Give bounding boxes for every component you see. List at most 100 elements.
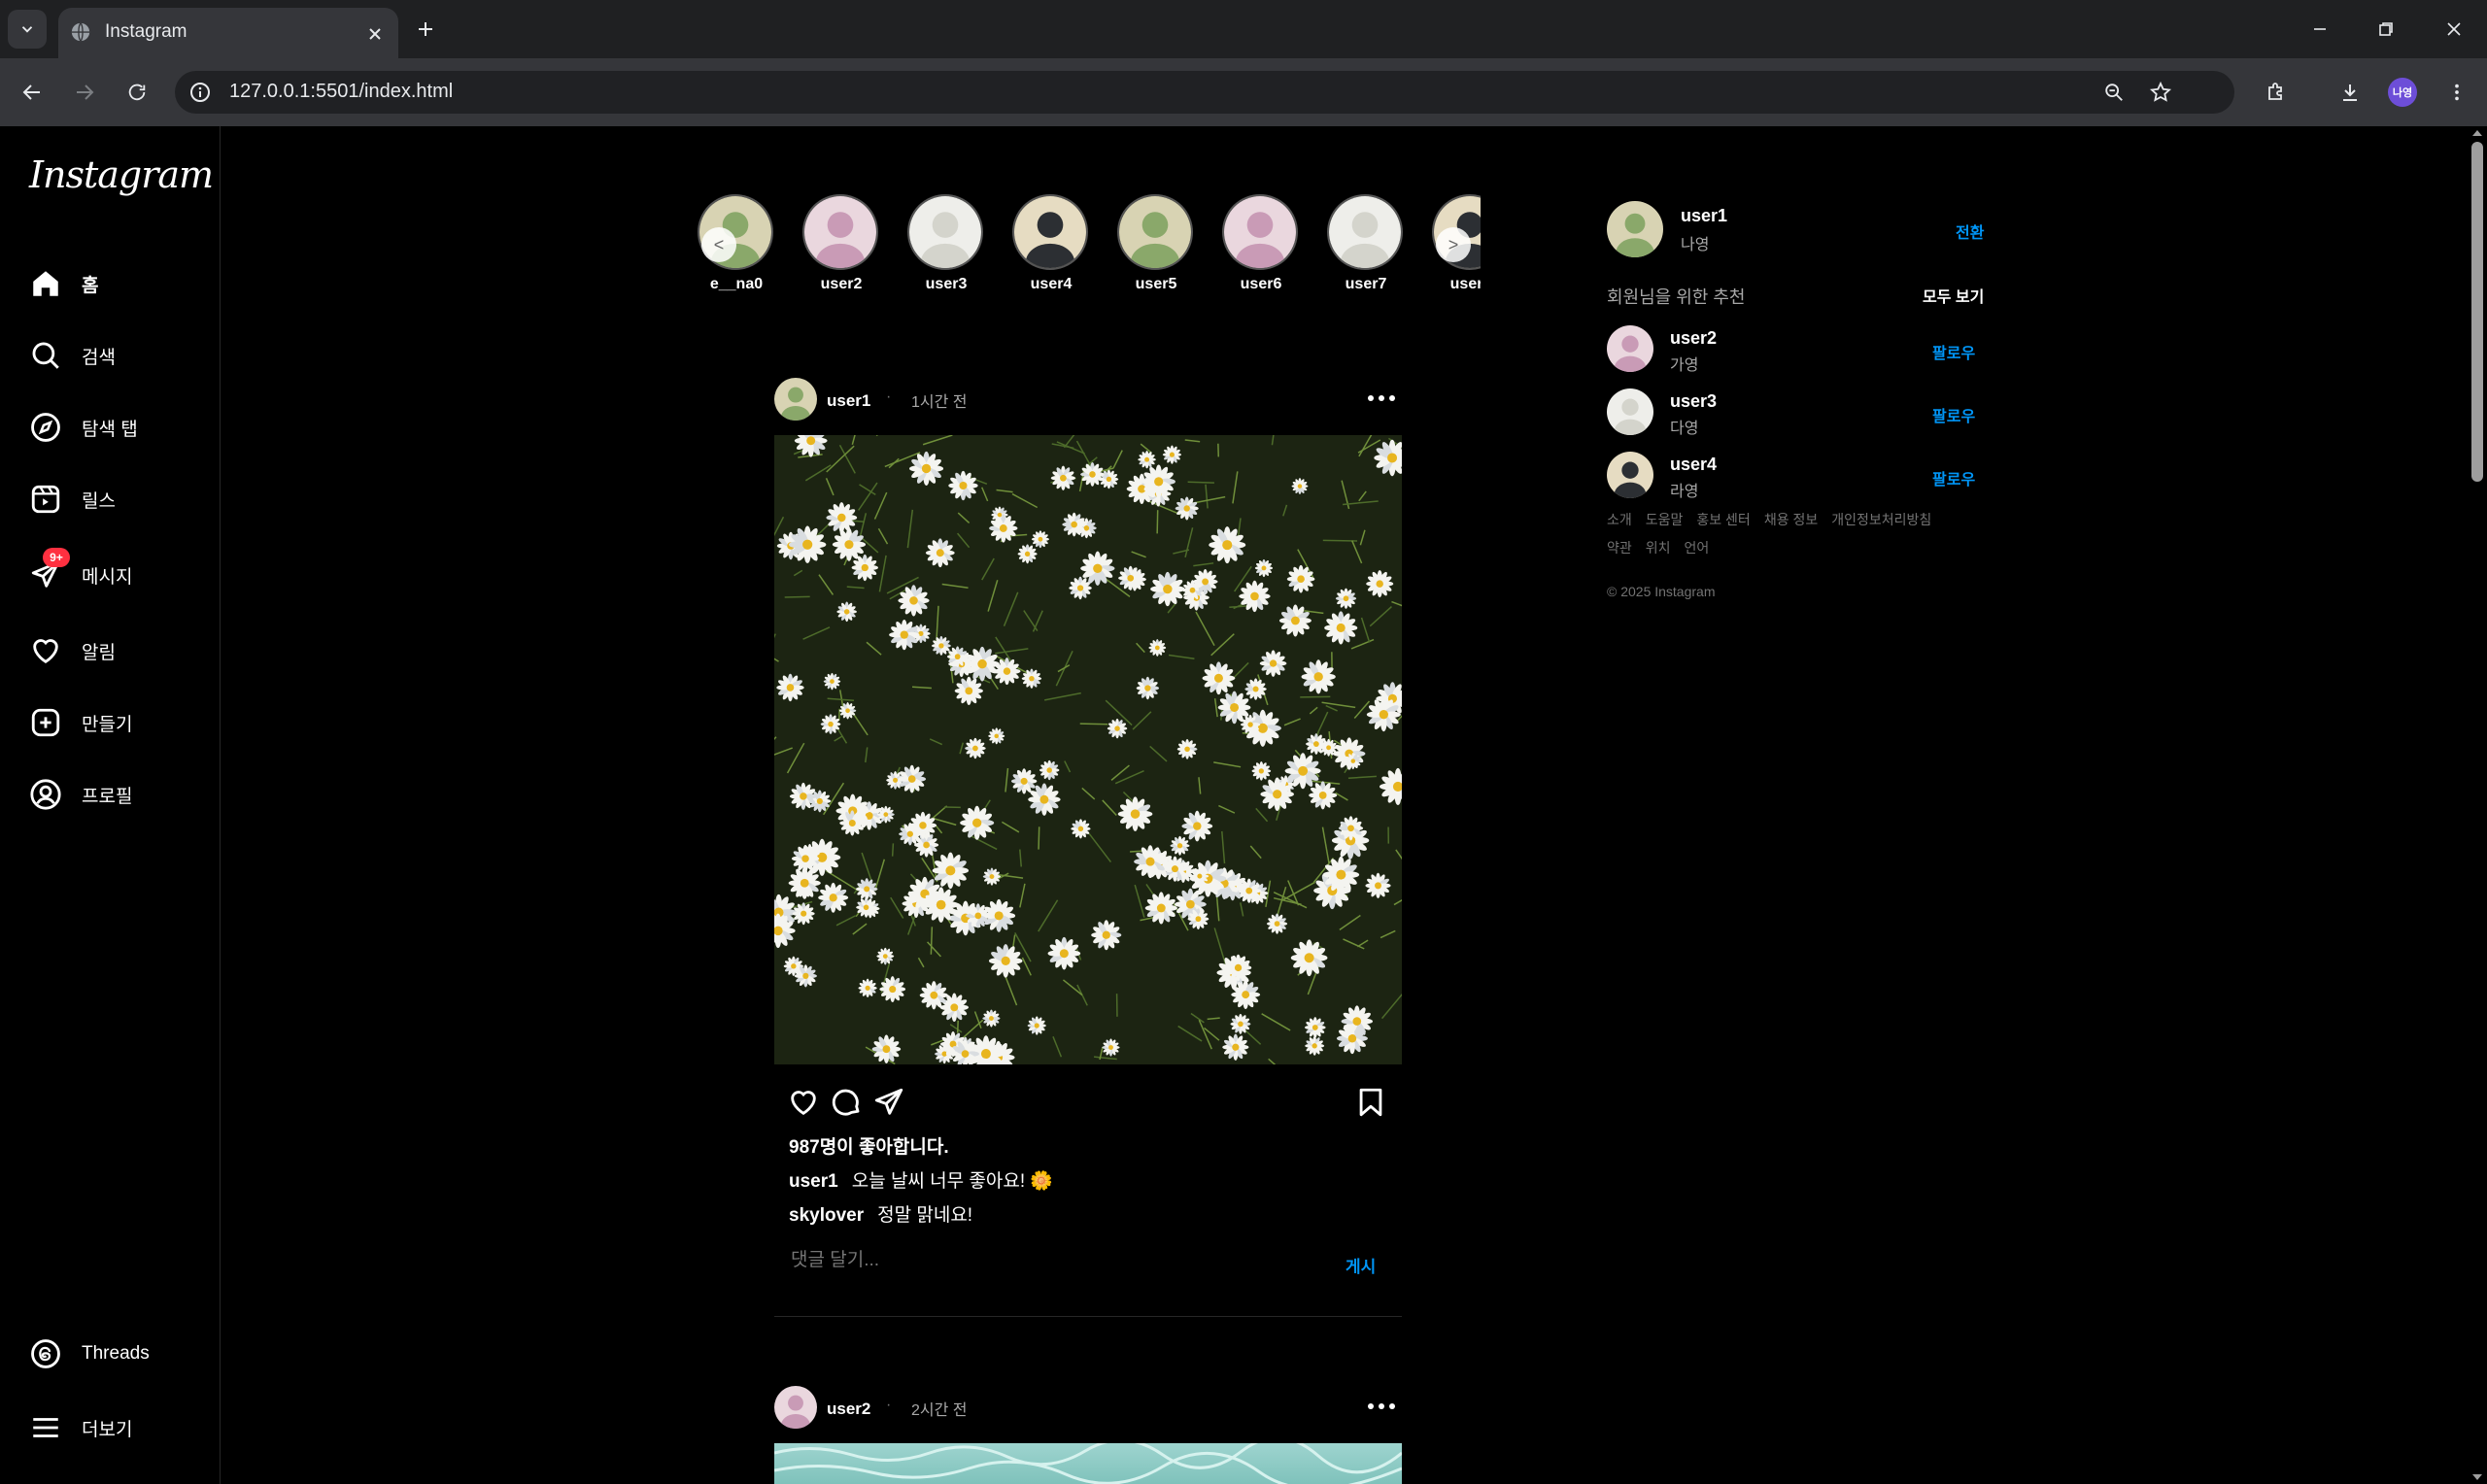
page-scrollbar[interactable] [2468, 126, 2487, 1484]
story-item[interactable]: user5 [1117, 194, 1195, 293]
story-item[interactable]: user4 [1012, 194, 1090, 293]
footer-link[interactable]: 소개 [1607, 510, 1632, 529]
close-icon [2447, 22, 2461, 36]
footer-link[interactable]: 개인정보처리방침 [1831, 510, 1931, 529]
follow-button[interactable]: 팔로우 [1932, 403, 1975, 426]
sidebar: Instagram 홈 검색 탐색 탭 릴스 메시지 9+ 알림 만들기 프로필… [0, 126, 221, 1484]
post-username[interactable]: user2 [827, 1400, 870, 1419]
sidebar-item-label: 알림 [82, 642, 116, 663]
suggestion-username[interactable]: user2 [1670, 328, 1717, 349]
suggestion-avatar[interactable] [1607, 325, 1653, 372]
search-icon [32, 342, 59, 369]
like-count[interactable]: 987명이 좋아합니다. [789, 1132, 949, 1159]
sidebar-item-create[interactable]: 만들기 [29, 701, 132, 744]
story-avatar [1117, 194, 1193, 270]
globe-icon [70, 21, 91, 48]
instagram-logo[interactable]: Instagram [29, 153, 214, 196]
zoom-icon[interactable] [2100, 79, 2128, 106]
new-tab-button[interactable] [408, 12, 443, 47]
share-icon[interactable] [872, 1086, 905, 1124]
sidebar-item-reels[interactable]: 릴스 [29, 478, 116, 521]
footer-link[interactable]: 위치 [1646, 538, 1671, 557]
chevron-down-icon [21, 26, 33, 33]
reload-icon [128, 84, 146, 101]
suggestion-name: 라영 [1670, 484, 1699, 500]
scrollbar-thumb[interactable] [2471, 142, 2483, 482]
sidebar-item-explore[interactable]: 탐색 탭 [29, 406, 138, 449]
like-icon[interactable] [787, 1086, 820, 1124]
copyright: © 2025 Instagram [1607, 584, 1716, 599]
post-caption: user1 오늘 날씨 너무 좋아요! 🌼 [789, 1166, 1053, 1193]
sidebar-item-label: Threads [82, 1343, 150, 1364]
sidebar-item-profile[interactable]: 프로필 [29, 773, 132, 816]
home-icon [33, 271, 58, 296]
reload-button[interactable] [117, 72, 157, 113]
scroll-up-icon[interactable] [2471, 128, 2483, 138]
minimize-button[interactable] [2293, 8, 2347, 51]
tab-search-button[interactable] [8, 10, 47, 49]
restore-button[interactable] [2359, 8, 2413, 51]
footer-link[interactable]: 약관 [1607, 538, 1632, 557]
post-username[interactable]: user1 [827, 391, 870, 411]
comment-username[interactable]: skylover [789, 1205, 864, 1226]
comment-icon[interactable] [830, 1086, 863, 1124]
downloads-button[interactable] [2330, 72, 2370, 113]
footer-link[interactable]: 홍보 센터 [1696, 510, 1750, 529]
footer-link[interactable]: 도움말 [1646, 510, 1684, 529]
sidebar-item-notifications[interactable]: 알림 [29, 629, 116, 672]
story-item[interactable]: user3 [907, 194, 985, 293]
extensions-button[interactable] [2256, 72, 2297, 113]
comment-input[interactable] [789, 1249, 1298, 1272]
story-avatar [802, 194, 878, 270]
comment-text: 정말 맑네요! [877, 1205, 973, 1226]
footer-link[interactable]: 언어 [1685, 538, 1710, 557]
browser-profile-avatar[interactable]: 나영 [2388, 78, 2417, 107]
story-username: user4 [1030, 276, 1073, 292]
current-user-avatar[interactable] [1607, 201, 1663, 257]
save-bookmark-icon[interactable] [1354, 1086, 1387, 1124]
tab-close-button[interactable] [361, 20, 389, 48]
browser-tab[interactable]: Instagram [58, 8, 398, 58]
suggestion-username[interactable]: user4 [1670, 455, 1717, 475]
switch-account-button[interactable]: 전환 [1956, 219, 1984, 243]
sidebar-item-more[interactable]: 더보기 [29, 1406, 132, 1449]
footer-link[interactable]: 채용 정보 [1764, 510, 1818, 529]
follow-button[interactable]: 팔로우 [1932, 466, 1975, 489]
forward-button[interactable] [64, 72, 105, 113]
current-user-username[interactable]: user1 [1681, 206, 1727, 226]
bookmark-star-icon[interactable] [2147, 79, 2174, 106]
post-avatar[interactable] [774, 378, 817, 421]
close-window-button[interactable] [2427, 8, 2481, 51]
post-image[interactable] [774, 1443, 1402, 1484]
story-item[interactable]: user6 [1222, 194, 1300, 293]
browser-menu-button[interactable] [2436, 72, 2477, 113]
back-button[interactable] [12, 72, 52, 113]
sidebar-item-label: 릴스 [82, 490, 116, 512]
scroll-down-icon[interactable] [2471, 1472, 2483, 1482]
see-all-button[interactable]: 모두 보기 [1923, 284, 1984, 307]
sidebar-item-search[interactable]: 검색 [29, 334, 116, 377]
post-more-button[interactable] [1362, 1395, 1401, 1418]
address-bar[interactable]: 127.0.0.1:5501/index.html [175, 71, 2234, 114]
post-comment-button[interactable]: 게시 [1346, 1253, 1376, 1277]
sidebar-item-home[interactable]: 홈 [29, 262, 98, 305]
suggestion-username[interactable]: user3 [1670, 391, 1717, 412]
story-username: user5 [1135, 276, 1177, 292]
sidebar-item-threads[interactable]: Threads [29, 1332, 150, 1375]
caption-username[interactable]: user1 [789, 1171, 838, 1192]
story-avatar [1012, 194, 1088, 270]
follow-button[interactable]: 팔로우 [1932, 340, 1975, 363]
story-item[interactable]: user2 [802, 194, 880, 293]
plus-icon [419, 22, 432, 36]
site-info-icon[interactable] [188, 81, 212, 104]
post-more-button[interactable] [1362, 387, 1401, 410]
story-item[interactable]: user7 [1327, 194, 1405, 293]
stories-prev-button[interactable]: < [701, 227, 736, 262]
story-username: user3 [925, 276, 968, 292]
url-text[interactable]: 127.0.0.1:5501/index.html [229, 81, 453, 103]
stories-next-button[interactable]: > [1436, 227, 1471, 262]
suggestion-avatar[interactable] [1607, 388, 1653, 435]
suggestion-avatar[interactable] [1607, 452, 1653, 498]
post-avatar[interactable] [774, 1386, 817, 1429]
post-image[interactable] [774, 435, 1402, 1064]
